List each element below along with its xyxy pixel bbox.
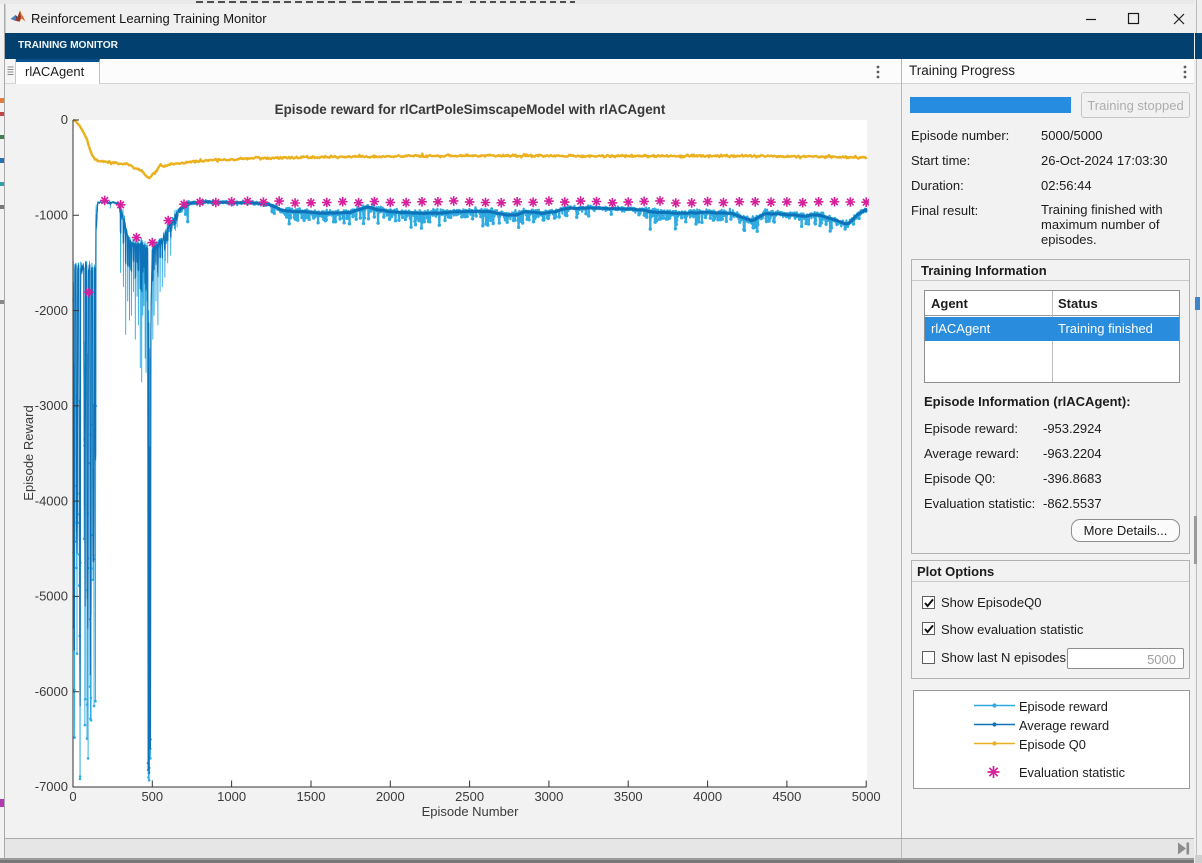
svg-text:-4000: -4000 — [35, 493, 68, 508]
svg-text:-2000: -2000 — [35, 303, 68, 318]
svg-text:1000: 1000 — [217, 789, 246, 804]
svg-text:Episode reward for rlCartPoleS: Episode reward for rlCartPoleSimscapeMod… — [275, 102, 666, 117]
svg-text:-3000: -3000 — [35, 398, 68, 413]
svg-text:4500: 4500 — [772, 789, 801, 804]
svg-text:-7000: -7000 — [35, 779, 68, 794]
svg-text:-6000: -6000 — [35, 684, 68, 699]
svg-text:4000: 4000 — [693, 789, 722, 804]
svg-text:2500: 2500 — [455, 789, 484, 804]
svg-text:Episode Number: Episode Number — [422, 804, 519, 819]
svg-text:-1000: -1000 — [35, 208, 68, 223]
svg-text:Episode Reward: Episode Reward — [21, 405, 36, 500]
svg-text:500: 500 — [141, 789, 163, 804]
svg-text:2000: 2000 — [376, 789, 405, 804]
svg-text:-5000: -5000 — [35, 589, 68, 604]
svg-text:3500: 3500 — [614, 789, 643, 804]
svg-text:0: 0 — [69, 789, 76, 804]
svg-text:0: 0 — [61, 112, 68, 127]
svg-text:1500: 1500 — [297, 789, 326, 804]
svg-text:5000: 5000 — [852, 789, 881, 804]
svg-text:3000: 3000 — [534, 789, 563, 804]
